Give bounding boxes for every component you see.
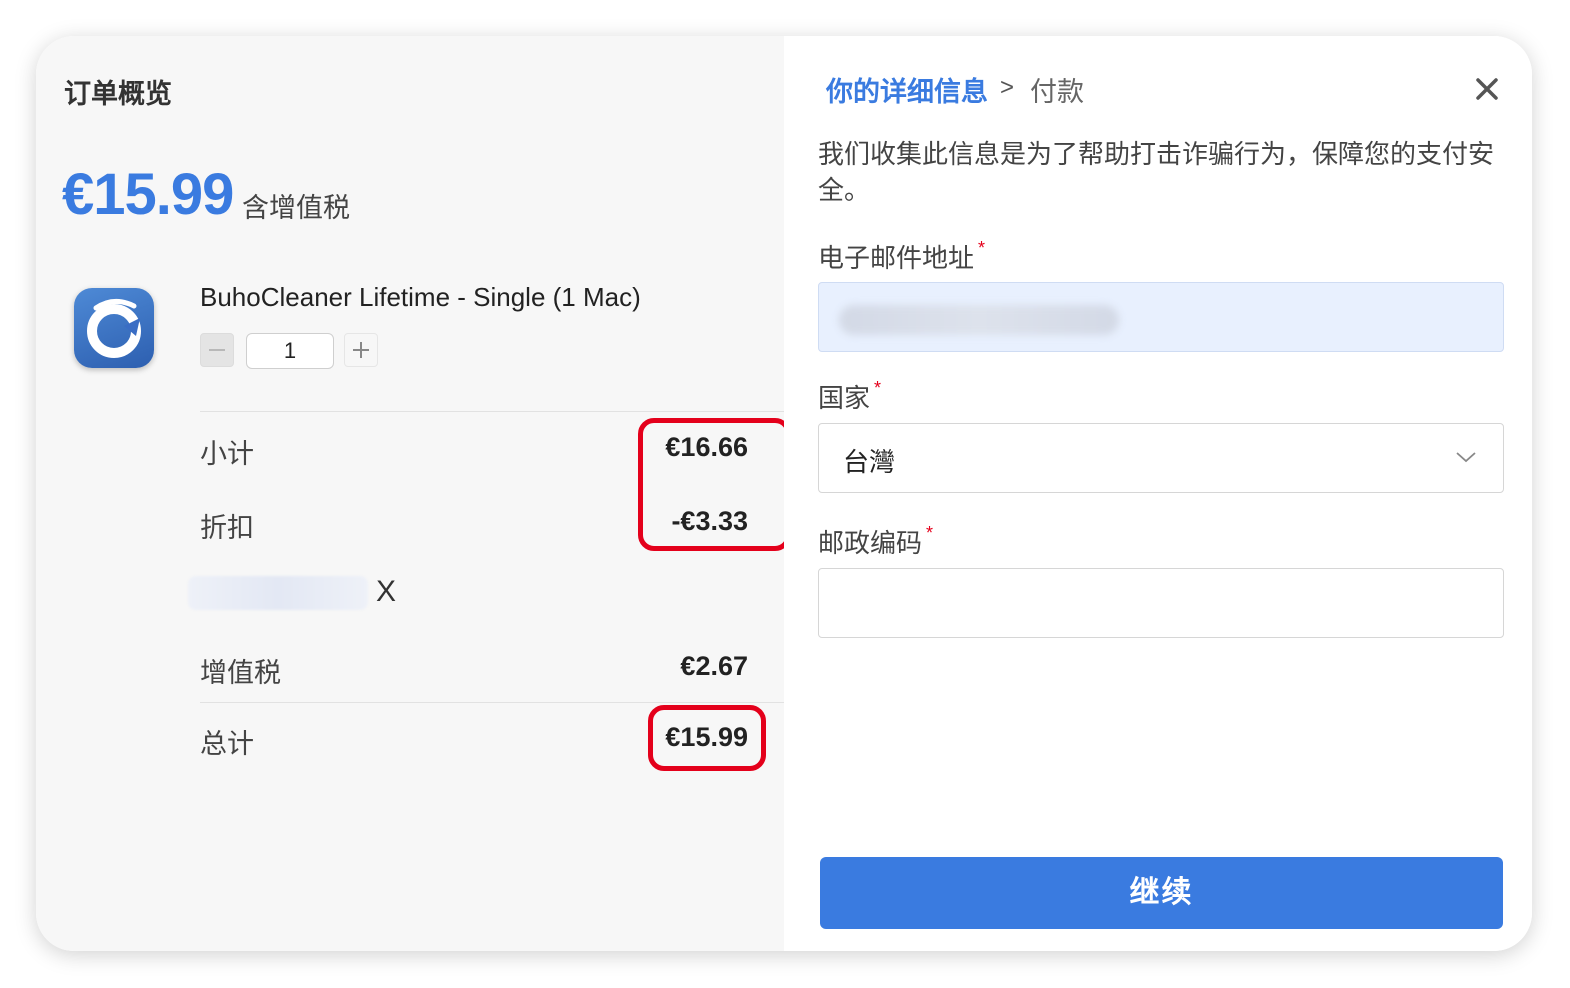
divider [200,702,784,703]
country-value: 台灣 [843,447,896,477]
required-marker: * [978,238,986,258]
country-select[interactable]: 台灣 [818,423,1504,493]
vat-label: 增值税 [200,658,281,688]
email-label: 电子邮件地址 * [818,238,986,273]
email-field[interactable] [818,282,1504,352]
required-marker: * [926,523,934,543]
quantity-decrease-button[interactable] [200,333,234,367]
vat-value: €2.67 [680,651,748,681]
close-icon[interactable] [1472,74,1502,104]
continue-button[interactable]: 继续 [820,857,1503,929]
product-name: BuhoCleaner Lifetime - Single (1 Mac) [200,282,641,312]
postal-code-field[interactable] [818,568,1504,638]
divider [200,411,784,412]
subtotal-label: 小计 [200,439,254,469]
quantity-increase-button[interactable] [344,333,378,367]
quantity-input[interactable]: 1 [246,333,334,369]
buhocleaner-app-icon [74,288,154,368]
total-label: 总计 [200,729,254,759]
order-summary-panel: 订单概览 €15.99 含增值税 BuhoCleaner Lifetime - … [36,36,791,951]
info-text: 我们收集此信息是为了帮助打击诈骗行为，保障您的支付安全。 [818,139,1495,205]
breadcrumb-details[interactable]: 你的详细信息 [826,70,988,109]
postal-code-label: 邮政编码 * [818,523,934,558]
coupon-code [188,576,368,610]
email-value-redacted [839,305,1119,335]
breadcrumb-separator: > [1000,74,1015,101]
order-summary-title: 订单概览 [64,79,172,109]
checkout-modal: 订单概览 €15.99 含增值税 BuhoCleaner Lifetime - … [36,36,1532,951]
details-panel: 你的详细信息 > 付款 我们收集此信息是为了帮助打击诈骗行为，保障您的支付安全。… [784,36,1532,951]
vat-included-note: 含增值税 [242,193,350,223]
required-marker: * [874,378,882,398]
discount-label: 折扣 [200,513,254,543]
remove-coupon-button[interactable]: X [376,574,406,610]
highlight-box [648,705,766,771]
breadcrumb-payment: 付款 [1030,77,1084,107]
chevron-down-icon [1455,450,1477,464]
total-price: €15.99 [62,162,234,227]
country-label: 国家 * [818,378,882,413]
highlight-box [638,418,791,551]
